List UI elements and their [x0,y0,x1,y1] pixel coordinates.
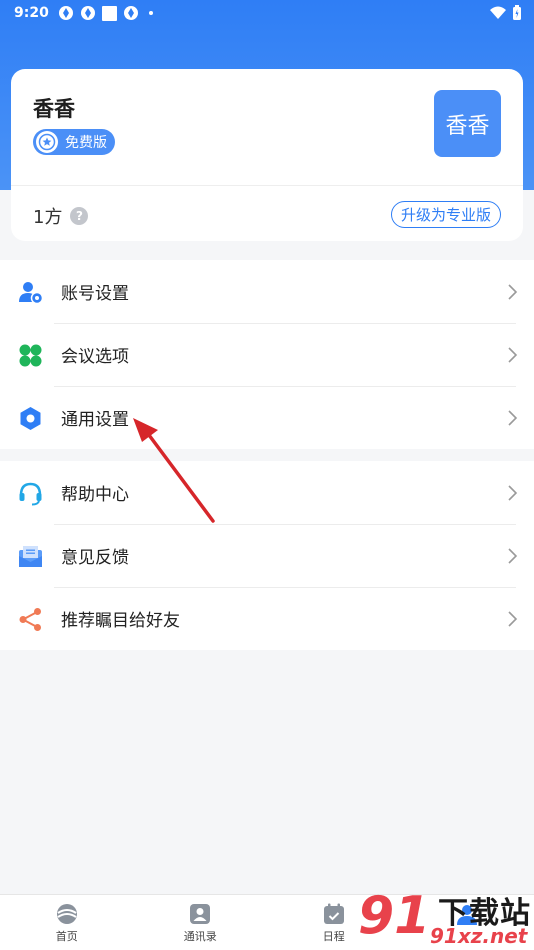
profile-card[interactable]: 香香 免费版 香香 1方 ? 升级为专业版 [11,69,523,241]
status-time: 9:20 [14,5,49,21]
status-bar: 9:20 [0,0,534,28]
menu-label: 帮助中心 [61,485,129,505]
app-notification-icon [59,6,73,20]
watermark-domain: 91xz.net [430,924,528,948]
capacity-value: 1方 [33,207,63,228]
home-icon [56,904,77,924]
app-notification-icon [102,5,117,21]
app-notification-icon [81,6,95,20]
chevron-right-icon [508,611,518,627]
capacity-info: 1方 ? [33,203,89,229]
medal-icon [36,131,58,153]
menu-item-account-settings[interactable]: 账号设置 [0,260,534,323]
plan-badge[interactable]: 免费版 [33,129,115,155]
share-icon [19,608,41,631]
account-settings-icon [19,282,43,305]
more-notifications-dot [149,11,153,15]
chevron-right-icon [508,548,518,564]
battery-icon [513,5,521,20]
tab-label: 日程 [322,930,345,943]
plan-label: 免费版 [65,135,107,151]
tab-label: 通讯录 [183,930,217,943]
notification-icons [58,5,153,21]
menu-label: 会议选项 [61,347,129,367]
watermark-number: 91 [358,886,431,946]
menu-label: 通用设置 [61,410,129,430]
feedback-icon [19,546,42,567]
app-notification-icon [124,6,138,20]
menu-item-help-center[interactable]: 帮助中心 [0,461,534,524]
meeting-options-icon [19,344,42,367]
chevron-right-icon [508,485,518,501]
divider [11,185,523,186]
system-icons [490,5,522,21]
menu-item-meeting-options[interactable]: 会议选项 [0,323,534,386]
tab-label: 首页 [55,930,78,943]
headset-icon [19,482,42,506]
settings-menu-group: 账号设置 会议选项 通用设置 [0,260,534,449]
tab-home[interactable]: 首页 [0,895,134,950]
menu-item-general-settings[interactable]: 通用设置 [0,386,534,449]
general-settings-icon [20,407,41,430]
menu-item-share-app[interactable]: 推荐瞩目给好友 [0,587,534,650]
calendar-icon [323,903,344,924]
upgrade-button[interactable]: 升级为专业版 [390,201,501,228]
menu-item-feedback[interactable]: 意见反馈 [0,524,534,587]
chevron-right-icon [508,284,518,300]
user-name: 香香 [33,97,75,121]
menu-label: 意见反馈 [61,548,129,568]
chevron-right-icon [508,347,518,363]
tab-contacts[interactable]: 通讯录 [134,895,268,950]
support-menu-group: 帮助中心 意见反馈 推荐瞩目给好友 [0,461,534,650]
wifi-icon [490,6,506,19]
contacts-icon [190,904,211,924]
question-icon[interactable]: ? [70,207,89,225]
chevron-right-icon [508,410,518,426]
watermark-logo: 91 下载站 91xz.net [358,886,534,950]
menu-label: 推荐瞩目给好友 [61,611,180,631]
menu-label: 账号设置 [61,284,129,304]
avatar[interactable]: 香香 [434,90,501,157]
